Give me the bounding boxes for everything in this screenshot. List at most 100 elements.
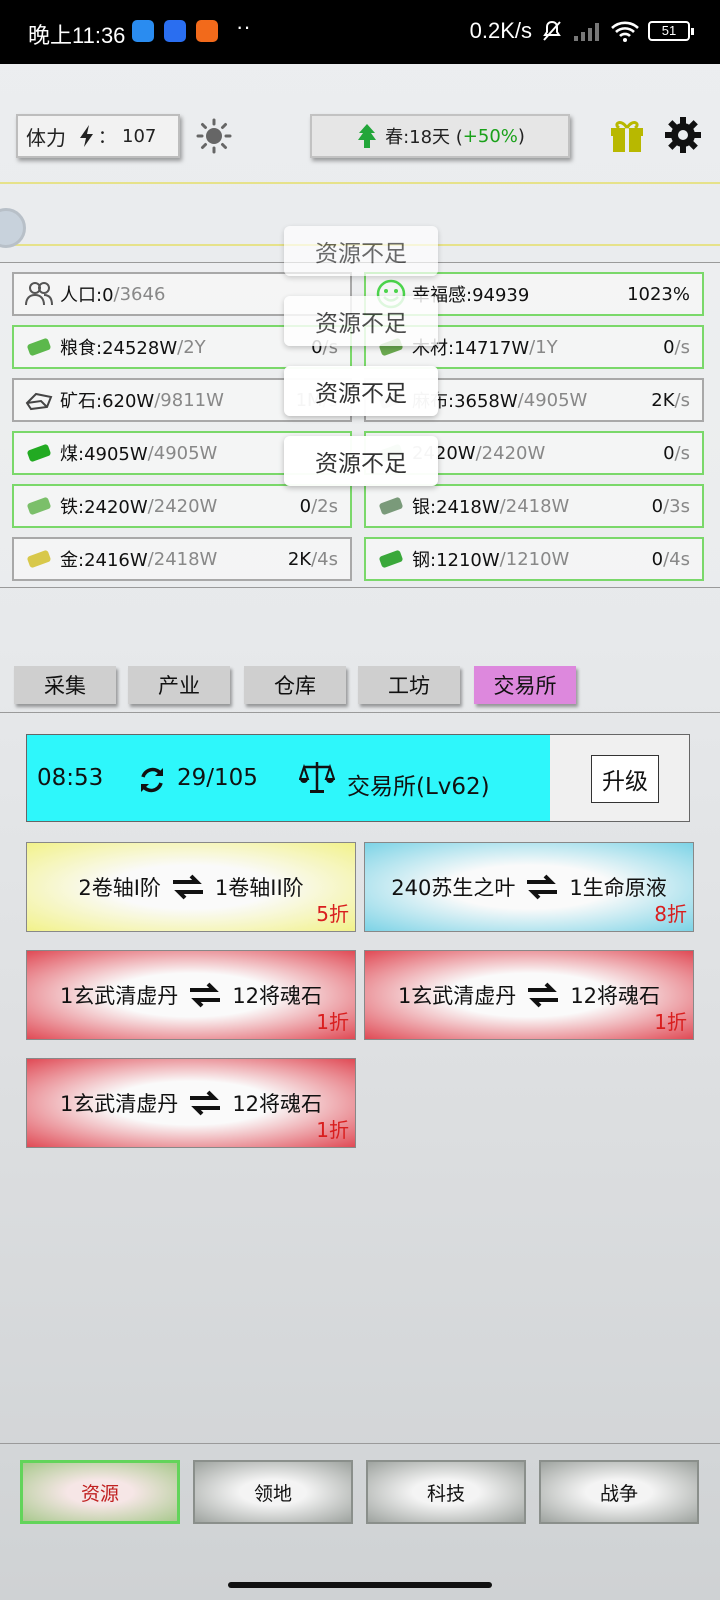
resource-rate: 2K/s <box>651 390 690 411</box>
discount-label: 1折 <box>316 1010 349 1034</box>
swap-icon <box>172 874 203 900</box>
trade-get: 12将魂石 <box>232 984 323 1008</box>
resource-capacity: /2420W <box>147 495 218 517</box>
trade-give: 240苏生之叶 <box>391 876 516 900</box>
swap-icon <box>527 874 558 900</box>
resource-cell: 银:2418W/2418W 0/3s <box>364 484 704 528</box>
nav-territory[interactable]: 领地 <box>193 1460 353 1524</box>
resource-cell: 铁:2420W/2420W 0/2s <box>12 484 352 528</box>
battery-icon: 51 <box>648 21 694 41</box>
resource-rate-value: 1023% <box>627 283 690 305</box>
silver-icon <box>379 497 403 515</box>
resource-capacity: /3646 <box>113 283 166 305</box>
trade-give: 1玄武清虚丹 <box>59 1092 179 1116</box>
message-app-icon <box>132 20 154 42</box>
swap-icon <box>190 1090 221 1116</box>
resource-capacity: /2Y <box>177 336 206 358</box>
toast-message: 资源不足 <box>284 366 438 416</box>
trade-get: 1卷轴II阶 <box>214 876 304 900</box>
swap-icon <box>190 982 221 1008</box>
resource-capacity: /2418W <box>499 495 570 517</box>
tab-exchange[interactable]: 交易所 <box>474 666 576 704</box>
gold-icon <box>27 550 51 568</box>
tree-icon <box>358 124 377 148</box>
resource-rate-value: 2K <box>287 548 312 570</box>
gift-icon[interactable] <box>608 116 646 154</box>
tab-warehouse[interactable]: 仓库 <box>244 666 346 704</box>
resource-cell: 钢:1210W/1210W 0/4s <box>364 537 704 581</box>
steel-icon <box>379 550 403 568</box>
season-close: ) <box>517 125 525 147</box>
resource-capacity: /1Y <box>529 336 558 358</box>
discount-label: 8折 <box>654 902 687 926</box>
resource-amount: 钢:1210W <box>412 550 500 571</box>
nav-resources[interactable]: 资源 <box>20 1460 180 1524</box>
resource-rate-unit: /s <box>674 336 690 358</box>
resource-rate-unit: /3s <box>663 495 690 517</box>
home-indicator[interactable] <box>228 1582 492 1588</box>
avatar[interactable] <box>0 208 26 248</box>
signal-icon <box>574 23 599 41</box>
tab-industry[interactable]: 产业 <box>128 666 230 704</box>
resource-amount: 煤:4905W <box>60 444 148 465</box>
stamina-sep: ： <box>98 127 116 148</box>
trade-card[interactable]: 2卷轴I阶 1卷轴II阶 5折 <box>26 842 356 932</box>
refresh-icon[interactable] <box>137 765 167 795</box>
discount-label: 1折 <box>654 1010 687 1034</box>
upgrade-button[interactable]: 升级 <box>591 755 659 803</box>
nav-technology[interactable]: 科技 <box>366 1460 526 1524</box>
resource-amount: 金:2416W <box>60 550 148 571</box>
resource-rate-value: 0 <box>663 442 675 464</box>
status-bar: 晚上11:36 ·· 0.2K/s 51 <box>0 0 720 64</box>
resource-rate: 0/s <box>663 443 690 464</box>
resource-capacity: /4905W <box>147 442 218 464</box>
refresh-timer: 08:53 <box>37 765 104 791</box>
resource-capacity: /2418W <box>147 548 218 570</box>
discount-label: 1折 <box>316 1118 349 1142</box>
scale-icon <box>299 762 335 793</box>
gear-icon[interactable] <box>664 116 702 154</box>
resource-amount: 人口:0 <box>60 285 114 306</box>
trade-card[interactable]: 1玄武清虚丹 12将魂石 1折 <box>26 1058 356 1148</box>
resource-rate: 0/4s <box>652 549 690 570</box>
resource-capacity: /1210W <box>499 548 570 570</box>
season-text: 春:18天 ( <box>385 127 463 148</box>
refresh-count: 29/105 <box>177 765 258 791</box>
trade-card[interactable]: 1玄武清虚丹 12将魂石 1折 <box>364 950 694 1040</box>
exchange-title: 交易所(Lv62) <box>347 774 490 800</box>
more-notifications-icon: ·· <box>236 14 251 39</box>
stamina-box: 体力 ： 107 <box>16 114 180 158</box>
trade-card[interactable]: 1玄武清虚丹 12将魂石 1折 <box>26 950 356 1040</box>
mi-app-icon <box>196 20 218 42</box>
tab-gather[interactable]: 采集 <box>14 666 116 704</box>
resource-capacity: /9811W <box>154 389 224 411</box>
clock: 晚上11:36 <box>28 23 126 48</box>
sun-icon[interactable] <box>196 118 232 154</box>
network-speed: 0.2K/s <box>469 18 532 43</box>
resource-amount: 银:2418W <box>412 497 500 518</box>
resource-amount: 矿石:620W <box>60 391 155 412</box>
resource-rate-unit: /s <box>674 442 690 464</box>
mute-icon <box>543 20 561 41</box>
resource-rate-unit: /4s <box>663 548 690 570</box>
resource-rate: 0/3s <box>652 496 690 517</box>
resource-rate-value: 0 <box>299 495 312 517</box>
top-divider <box>0 182 720 184</box>
resource-amount: 铁:2420W <box>60 497 148 518</box>
toast-message: 资源不足 <box>284 226 438 276</box>
resource-rate: 1023% <box>627 284 690 305</box>
toast-message: 资源不足 <box>284 296 438 346</box>
nav-war[interactable]: 战争 <box>539 1460 699 1524</box>
tab-workshop[interactable]: 工坊 <box>358 666 460 704</box>
stamina-value: 107 <box>122 125 157 147</box>
resource-amount: 粮食:24528W <box>60 338 178 359</box>
resource-rate: 2K/4s <box>288 549 338 570</box>
feishu-app-icon <box>164 20 186 42</box>
toast-message: 资源不足 <box>284 436 438 486</box>
trade-give: 2卷轴I阶 <box>78 876 161 900</box>
coal-icon <box>27 444 51 462</box>
season-bonus: +50% <box>462 125 518 147</box>
trade-card[interactable]: 240苏生之叶 1生命原液 8折 <box>364 842 694 932</box>
resource-rate: 0/s <box>663 337 690 358</box>
resource-capacity: /4905W <box>517 389 588 411</box>
